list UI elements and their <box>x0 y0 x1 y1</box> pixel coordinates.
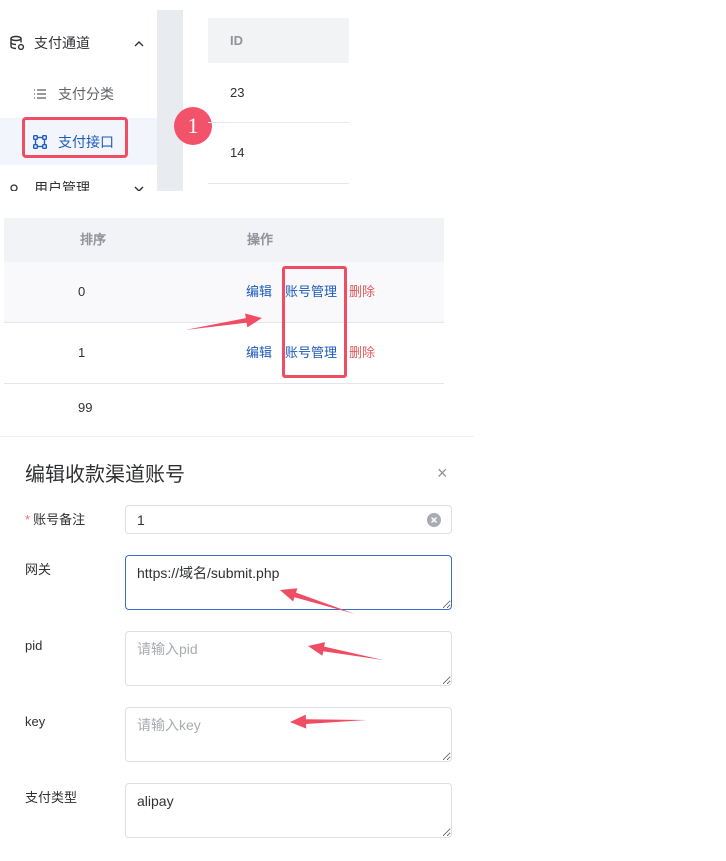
circle-icon <box>10 184 18 191</box>
account-remark-input[interactable] <box>125 505 452 534</box>
required-mark: * <box>25 512 31 527</box>
field-label-gateway: 网关 <box>25 562 52 577</box>
id-table: ID 23 14 <box>208 18 349 184</box>
sort-cell: 1 <box>78 345 86 360</box>
field-label-payment-type: 支付类型 <box>25 790 78 805</box>
field-label-account-remark: * 账号备注 <box>25 511 85 529</box>
sidebar-group-label: 支付通道 <box>34 35 90 51</box>
sidebar-item-payment-category[interactable]: 支付分类 <box>0 74 157 114</box>
delete-button[interactable]: 删除 <box>349 262 375 322</box>
step-badge: 1 <box>174 107 212 145</box>
table-row[interactable]: 0 编辑 账号管理 删除 <box>4 262 444 323</box>
column-header-sort: 排序 <box>80 232 107 247</box>
chevron-down-icon <box>133 182 145 191</box>
table-row[interactable]: 14 <box>208 123 349 184</box>
delete-button[interactable]: 删除 <box>349 323 375 383</box>
table-row[interactable]: 1 编辑 账号管理 删除 <box>4 323 444 384</box>
field-label-pid: pid <box>25 638 43 653</box>
edit-account-dialog: 编辑收款渠道账号 × *账号备注 网关 https://域名/submit.ph… <box>0 436 474 861</box>
table-row[interactable]: 23 <box>208 63 349 123</box>
gateway-textarea[interactable]: https://域名/submit.php <box>125 555 452 610</box>
table-row[interactable]: 99 <box>4 384 444 414</box>
column-header-id: ID <box>230 33 243 48</box>
field-label-key: key <box>25 714 46 729</box>
sort-cell: 0 <box>78 284 86 299</box>
sidebar: 支付通道 支付分类 支付接口 用户管理 <box>0 0 157 191</box>
dialog-title: 编辑收款渠道账号 <box>25 464 185 486</box>
pid-textarea[interactable] <box>125 631 452 686</box>
id-cell: 14 <box>230 145 245 160</box>
channel-table: 排序 操作 0 编辑 账号管理 删除 1 编辑 账号管理 删除 99 <box>4 218 444 414</box>
sidebar-item-label: 支付分类 <box>58 86 114 102</box>
annotation-highlight-box <box>22 117 128 158</box>
content-divider-strip <box>157 10 183 191</box>
edit-button[interactable]: 编辑 <box>246 262 272 322</box>
sidebar-group-user-management[interactable]: 用户管理 <box>0 168 157 191</box>
sort-cell: 99 <box>78 400 93 414</box>
clear-icon[interactable] <box>427 513 441 527</box>
sidebar-group-payment-channel[interactable]: 支付通道 <box>0 23 157 63</box>
close-icon[interactable]: × <box>437 461 448 485</box>
key-textarea[interactable] <box>125 707 452 762</box>
list-icon <box>33 87 47 101</box>
edit-button[interactable]: 编辑 <box>246 323 272 383</box>
table-header: 排序 操作 <box>4 218 444 262</box>
annotation-highlight-box <box>282 266 347 378</box>
payment-type-textarea[interactable]: alipay <box>125 783 452 838</box>
column-header-actions: 操作 <box>247 232 274 247</box>
database-icon <box>9 35 25 51</box>
field-label-text: 账号备注 <box>33 512 86 527</box>
sidebar-group-label: 用户管理 <box>34 180 90 191</box>
table-header: ID <box>208 18 349 63</box>
id-cell: 23 <box>230 85 245 100</box>
chevron-up-icon <box>133 37 145 49</box>
